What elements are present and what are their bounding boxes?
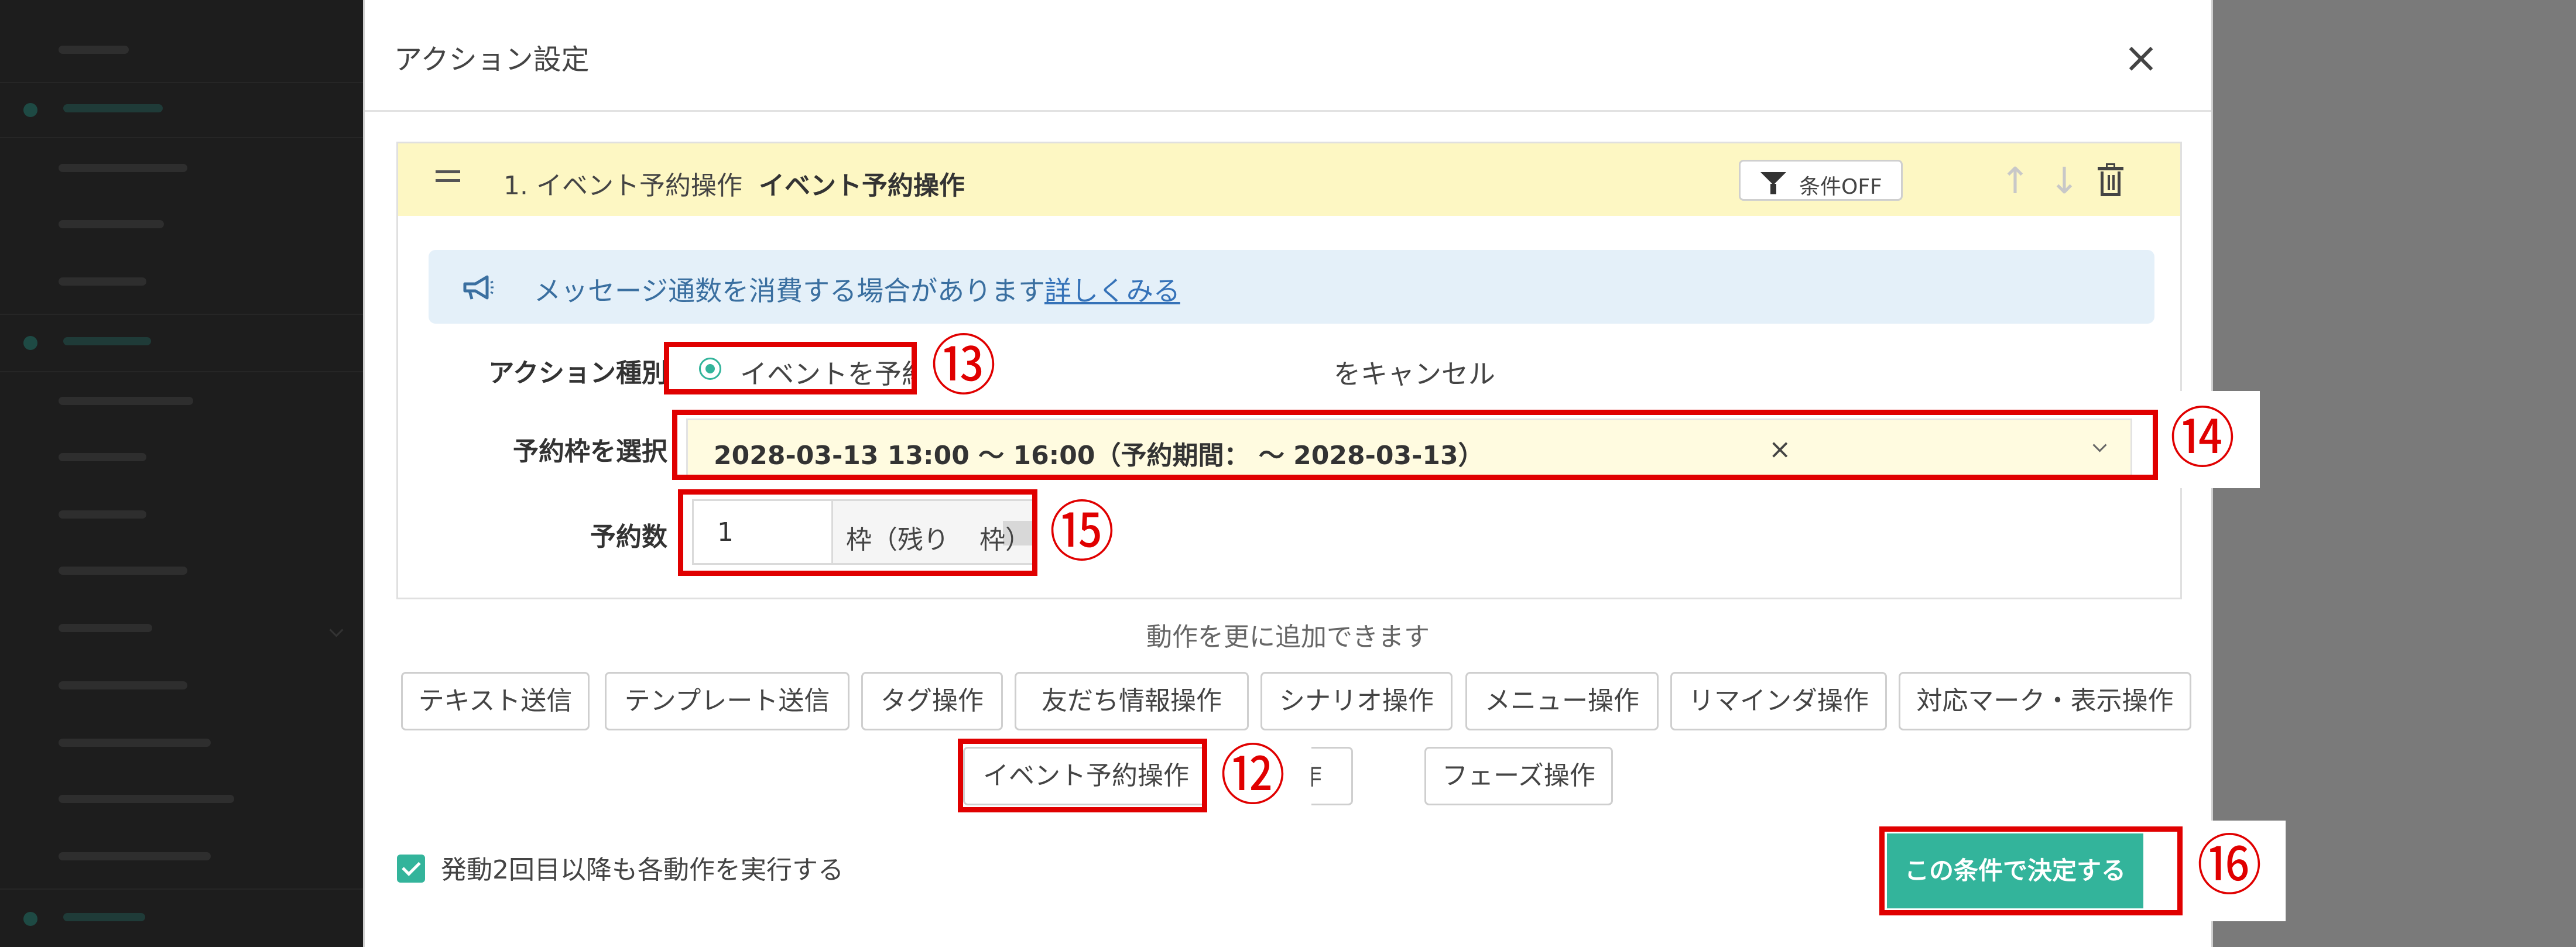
sidebar-item	[59, 787, 269, 810]
op-button-template-send[interactable]: テンプレート送信	[605, 672, 849, 730]
modal-header: アクション設定 ×	[365, 0, 2211, 112]
repeat-actions-label[interactable]: 発動2回目以降も各動作を実行する	[441, 849, 844, 886]
sidebar-item	[59, 212, 269, 235]
op-button-tag[interactable]: タグ操作	[861, 672, 1003, 730]
sidebar-item	[59, 673, 269, 696]
sidebar-section	[23, 905, 269, 928]
background-sidebar	[0, 0, 363, 947]
callout-box-14	[672, 410, 2158, 480]
annotation-number-16: ⑯	[2197, 828, 2262, 904]
action-card-header: 1. イベント予約操作 イベント予約操作 条件OFF ↑ ↓	[398, 143, 2180, 216]
sidebar-item	[59, 269, 269, 293]
sidebar-divider	[0, 137, 363, 138]
move-down-icon[interactable]: ↓	[2047, 162, 2082, 200]
notice-text: メッセージ通数を消費する場合があります	[534, 275, 1046, 307]
annotation-number-12: ⑫	[1220, 738, 1286, 814]
repeat-actions-checkbox[interactable]	[397, 855, 425, 883]
radio-cancel-event-label[interactable]: をキャンセル	[1334, 353, 1495, 392]
condition-toggle-label: 条件OFF	[1799, 175, 1882, 199]
move-up-icon[interactable]: ↑	[1998, 162, 2033, 200]
chevron-down-icon	[329, 623, 344, 637]
notice-details-link[interactable]: 詳しくみる	[1044, 270, 1180, 308]
sidebar-item	[59, 558, 269, 582]
sidebar-divider	[0, 314, 363, 315]
sidebar-item	[59, 502, 269, 526]
sidebar-section	[23, 96, 269, 119]
annotation-number-14: ⑭	[2170, 401, 2235, 477]
callout-box-12	[958, 739, 1207, 812]
op-button-scenario[interactable]: シナリオ操作	[1260, 672, 1453, 730]
annotation-number-13: ⑬	[931, 328, 996, 404]
callout-box-15	[678, 489, 1037, 576]
sidebar-item	[59, 389, 269, 412]
sidebar-item	[59, 730, 269, 754]
sidebar-item	[59, 844, 269, 867]
op-button-mark-display[interactable]: 対応マーク・表示操作	[1899, 672, 2191, 730]
sidebar-item	[59, 616, 269, 639]
op-button-text-send[interactable]: テキスト送信	[401, 672, 590, 730]
modal-title: アクション設定	[394, 43, 590, 76]
slot-select-label: 予約枠を選択	[513, 437, 667, 466]
callout-box-16	[1879, 826, 2183, 915]
sidebar-item	[59, 156, 269, 179]
sidebar-item	[59, 37, 269, 61]
close-icon[interactable]: ×	[2120, 36, 2162, 78]
action-type-label: アクション種別	[488, 358, 667, 388]
op-button-reminder[interactable]: リマインダ操作	[1670, 672, 1887, 730]
op-button-menu[interactable]: メニュー操作	[1465, 672, 1659, 730]
filter-icon	[1760, 172, 1786, 194]
action-title-prefix: 1. イベント予約操作	[503, 171, 742, 201]
callout-box-13	[664, 342, 917, 394]
sidebar-divider	[0, 371, 363, 372]
sidebar-section	[23, 329, 269, 352]
op-button-friend-info[interactable]: 友だち情報操作	[1015, 672, 1249, 730]
condition-toggle-button[interactable]: 条件OFF	[1739, 160, 1903, 201]
count-label: 予約数	[590, 522, 667, 552]
annotation-number-15: ⑮	[1049, 495, 1115, 571]
action-title: イベント予約操作	[759, 171, 965, 201]
op-button-phase[interactable]: フェーズ操作	[1424, 747, 1613, 805]
sidebar-divider	[0, 82, 363, 83]
notice-banner: メッセージ通数を消費する場合があります 詳しくみる	[429, 250, 2154, 324]
sidebar-divider	[0, 888, 363, 890]
add-operation-hint: 動作を更に追加できます	[1146, 622, 1430, 652]
trash-icon[interactable]	[2098, 163, 2123, 196]
drag-handle-icon[interactable]	[436, 170, 460, 184]
sidebar-item	[59, 445, 269, 468]
megaphone-icon	[463, 275, 494, 300]
